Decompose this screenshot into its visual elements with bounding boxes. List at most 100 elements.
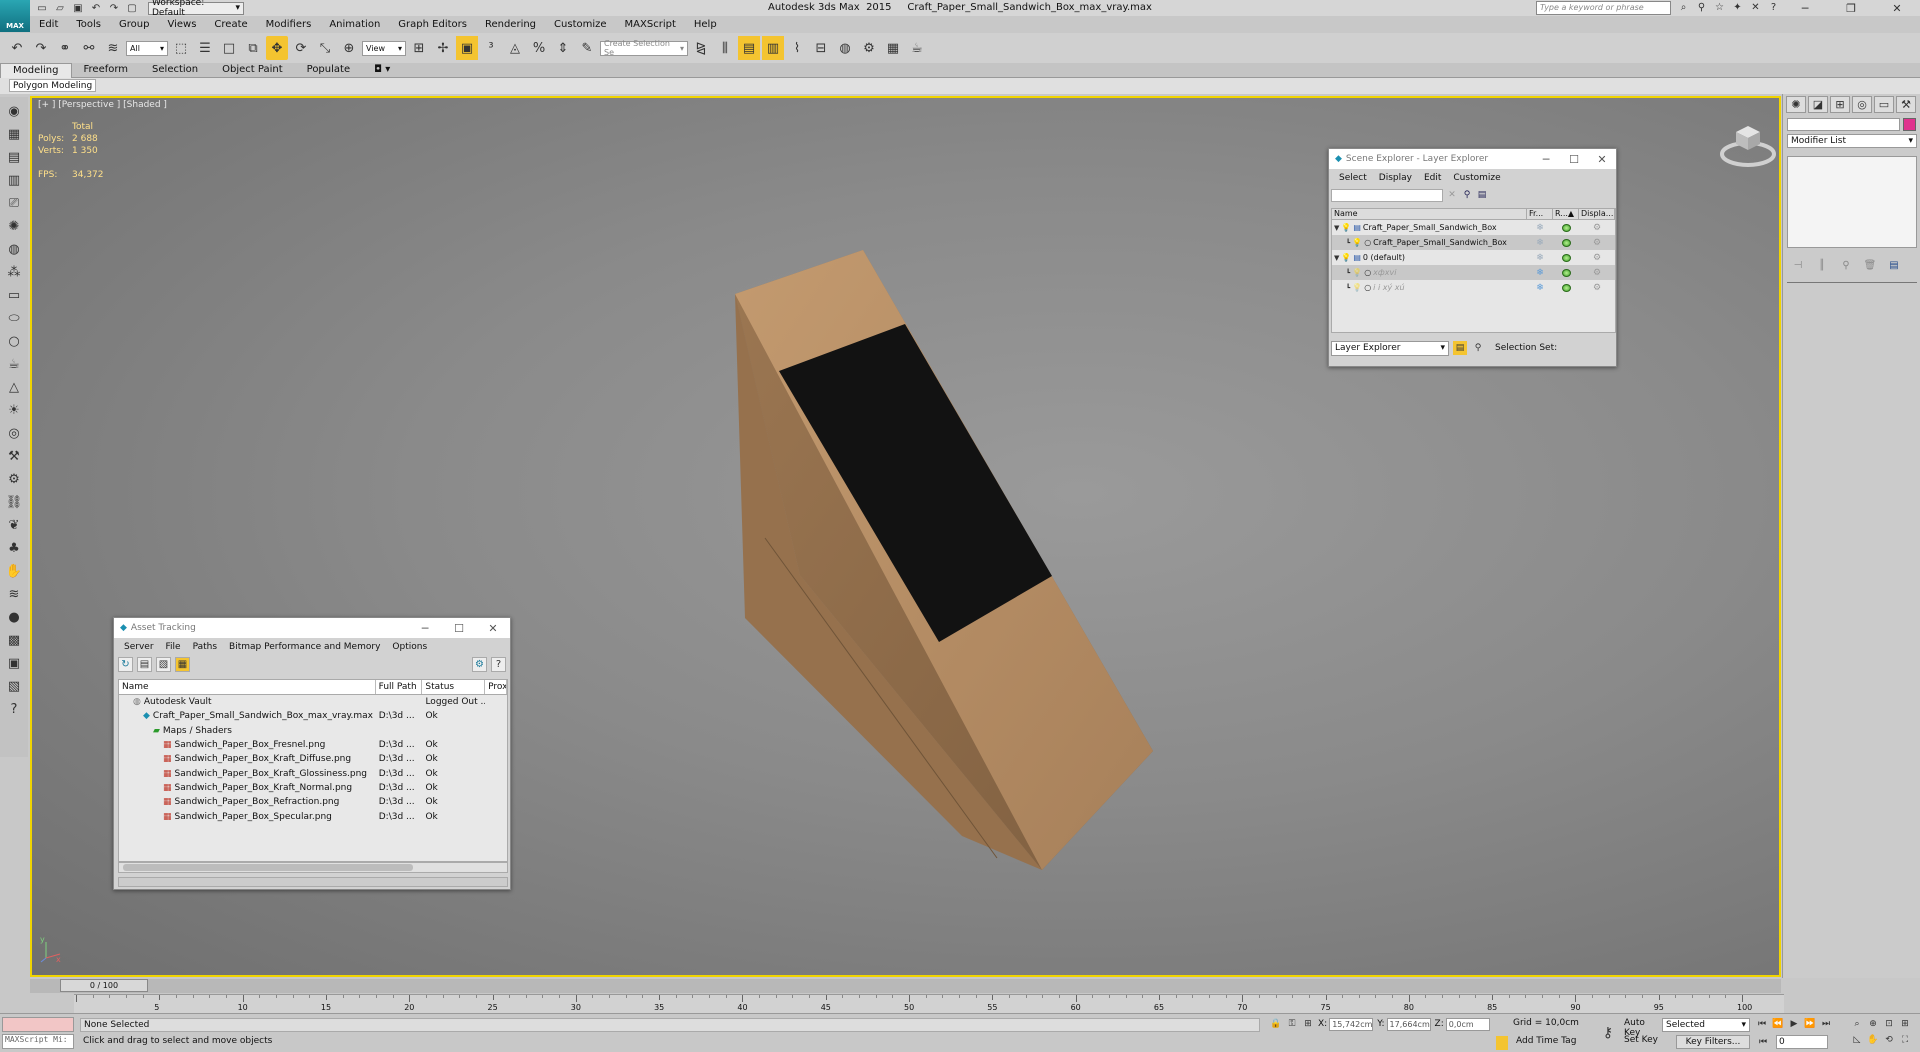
vault-icon[interactable]: ⚙ bbox=[472, 657, 487, 672]
column-proxy[interactable]: Prox bbox=[485, 680, 507, 694]
asset-row[interactable]: ▰ Maps / Shaders bbox=[119, 724, 507, 738]
ribbon-tab-populate[interactable]: Populate bbox=[295, 63, 362, 78]
modifier-icon[interactable]: ⚒ bbox=[3, 446, 25, 466]
scrollbar-thumb[interactable] bbox=[123, 864, 413, 871]
scene-tree-row[interactable]: ┗ 💡 ○ i i xý xú ❄ ⚙ bbox=[1332, 280, 1615, 295]
scene-explorer-search[interactable] bbox=[1331, 188, 1443, 202]
motion-tab-icon[interactable]: ◎ bbox=[1852, 96, 1872, 113]
help-icon[interactable]: ? bbox=[491, 657, 506, 672]
configure-sets-icon[interactable]: ▤ bbox=[1887, 258, 1901, 272]
container-icon[interactable]: ◉ bbox=[3, 101, 25, 121]
table-view-icon[interactable]: ▦ bbox=[175, 657, 190, 672]
show-end-result-icon[interactable]: ║ bbox=[1815, 258, 1829, 272]
mirror-icon[interactable]: ⧎ bbox=[690, 36, 712, 60]
display-toggle[interactable]: ⚙ bbox=[1579, 268, 1615, 278]
column-status[interactable]: Status bbox=[422, 680, 486, 694]
freeze-toggle[interactable]: ❄ bbox=[1527, 238, 1553, 248]
circle-icon[interactable]: ○ bbox=[3, 331, 25, 351]
ribbon-options-icon[interactable]: ◘ ▾ bbox=[362, 63, 402, 78]
restore-icon[interactable]: ❐ bbox=[1828, 0, 1874, 16]
shapes-icon[interactable]: ◍ bbox=[3, 239, 25, 259]
field-of-view-icon[interactable]: ◺ bbox=[1850, 1033, 1864, 1047]
menu-create[interactable]: Create bbox=[205, 17, 256, 33]
z-coordinate-field[interactable]: 0,0cm bbox=[1445, 1017, 1490, 1031]
hierarchy-tab-icon[interactable]: ⊞ bbox=[1830, 96, 1850, 113]
layer-settings-icon[interactable]: ▤ bbox=[1476, 189, 1488, 201]
scene-tree-row[interactable]: ▼ 💡 ▤ 0 (default) ❄ ⚙ bbox=[1332, 250, 1615, 265]
menu-tools[interactable]: Tools bbox=[67, 17, 110, 33]
maximize-icon[interactable]: ☐ bbox=[1560, 149, 1588, 169]
selection-filter-dropdown[interactable]: All ▾ bbox=[126, 40, 168, 56]
rendered-frame-icon[interactable]: ▦ bbox=[882, 36, 904, 60]
at-menu-server[interactable]: Server bbox=[118, 642, 160, 652]
menu-help[interactable]: Help bbox=[685, 17, 726, 33]
column-render[interactable]: R...▲ bbox=[1553, 209, 1579, 219]
pan-icon[interactable]: ✋ bbox=[1866, 1033, 1880, 1047]
scene-tree-row[interactable]: ┗ 💡 ○ xфxvi ❄ ⚙ bbox=[1332, 265, 1615, 280]
at-menu-options[interactable]: Options bbox=[386, 642, 433, 652]
keyboard-shortcut-override-icon[interactable]: ▣ bbox=[456, 36, 478, 60]
render-toggle[interactable] bbox=[1553, 253, 1579, 262]
tree-icon[interactable]: ♣ bbox=[3, 538, 25, 558]
schematic-view-icon[interactable]: ⊟ bbox=[810, 36, 832, 60]
pivot-center-icon[interactable]: ⊞ bbox=[408, 36, 430, 60]
binoculars-icon[interactable]: ⌕ bbox=[1676, 0, 1691, 15]
zoom-icon[interactable]: ⌕ bbox=[1850, 1017, 1864, 1031]
track-bar[interactable]: 5 10 15 20 25 30 35 40 45 50 55 60 65 70 75 80 85 90 95 100 bbox=[74, 994, 1784, 1013]
lock-icon[interactable]: 🔒 bbox=[1270, 1017, 1282, 1031]
freeze-toggle[interactable]: ❄ bbox=[1527, 283, 1553, 293]
edit-named-selection-icon[interactable]: ✎ bbox=[576, 36, 598, 60]
column-name[interactable]: Name bbox=[1332, 209, 1527, 219]
column-name[interactable]: Name bbox=[119, 680, 376, 694]
move-icon[interactable]: ✥ bbox=[266, 36, 288, 60]
utilities-tab-icon[interactable]: ⚒ bbox=[1896, 96, 1916, 113]
orbit-icon[interactable]: ⟲ bbox=[1882, 1033, 1896, 1047]
helper-icon[interactable]: ⚙ bbox=[3, 469, 25, 489]
auto-key-button[interactable]: Auto Key bbox=[1624, 1018, 1662, 1038]
close-icon[interactable]: ✕ bbox=[476, 618, 510, 638]
pin-stack-icon[interactable]: ⊣ bbox=[1791, 258, 1805, 272]
thumbnail-view-icon[interactable]: ▧ bbox=[156, 657, 171, 672]
selection-set-icon[interactable]: ⚲ bbox=[1471, 341, 1485, 355]
asset-row[interactable]: ▦ Sandwich_Paper_Box_Kraft_Diffuse.png D:\… bbox=[119, 752, 507, 766]
angle-snap-icon[interactable]: ◬ bbox=[504, 36, 526, 60]
ribbon-tab-modeling[interactable]: Modeling bbox=[0, 62, 72, 78]
viewport-icon[interactable]: ▣ bbox=[3, 653, 25, 673]
checker-icon[interactable]: ▩ bbox=[3, 630, 25, 650]
make-unique-icon[interactable]: ⚲ bbox=[1839, 258, 1853, 272]
freeze-toggle[interactable]: ❄ bbox=[1527, 223, 1553, 233]
play-icon[interactable]: ▶ bbox=[1787, 1017, 1801, 1031]
modifier-list-dropdown[interactable]: Modifier List ▾ bbox=[1787, 134, 1917, 148]
unlink-icon[interactable]: ⚯ bbox=[78, 36, 100, 60]
camera-icon[interactable]: ⎚ bbox=[3, 193, 25, 213]
scene-explorer-titlebar[interactable]: ◆ Scene Explorer - Layer Explorer ─ ☐ ✕ bbox=[1329, 149, 1616, 169]
menu-modifiers[interactable]: Modifiers bbox=[257, 17, 321, 33]
y-coordinate-field[interactable]: 17,664cm bbox=[1386, 1017, 1431, 1031]
rectangular-selection-icon[interactable]: □ bbox=[218, 36, 240, 60]
curve-editor-icon[interactable]: ⌇ bbox=[786, 36, 808, 60]
explorer-type-dropdown[interactable]: Layer Explorer ▾ bbox=[1331, 340, 1449, 356]
display-tab-icon[interactable]: ▭ bbox=[1874, 96, 1894, 113]
object-color-swatch[interactable] bbox=[1903, 118, 1916, 131]
key-filters-button[interactable]: Key Filters... bbox=[1676, 1035, 1750, 1049]
set-key-icon[interactable]: ⚷ bbox=[1596, 1022, 1620, 1044]
selection-lock-icon[interactable]: ⚿ bbox=[1286, 1017, 1298, 1031]
grid-icon[interactable]: ▦ bbox=[3, 124, 25, 144]
light-bulb-icon[interactable]: 💡 bbox=[1341, 253, 1351, 262]
menu-group[interactable]: Group bbox=[110, 17, 158, 33]
se-menu-select[interactable]: Select bbox=[1333, 173, 1373, 183]
time-tag-icon[interactable] bbox=[1496, 1036, 1508, 1050]
time-slider-thumb[interactable]: 0 / 100 bbox=[60, 979, 148, 992]
light-bulb-icon[interactable]: 💡 bbox=[1352, 268, 1362, 277]
layer-explorer-icon[interactable]: ▤ bbox=[738, 36, 760, 60]
maximize-viewport-icon[interactable]: ⛶ bbox=[1898, 1033, 1912, 1047]
menu-animation[interactable]: Animation bbox=[320, 17, 389, 33]
search-input[interactable]: Type a keyword or phrase bbox=[1536, 1, 1671, 15]
maximize-icon[interactable]: ☐ bbox=[442, 618, 476, 638]
set-key-button[interactable]: Set Key bbox=[1624, 1035, 1662, 1049]
zoom-extents-all-icon[interactable]: ⊞ bbox=[1898, 1017, 1912, 1031]
asset-row[interactable]: ▦ Sandwich_Paper_Box_Specular.png D:\3d ..… bbox=[119, 809, 507, 823]
script-icon[interactable]: ▧ bbox=[3, 676, 25, 696]
freeze-toggle[interactable]: ❄ bbox=[1527, 253, 1553, 263]
star-icon[interactable]: ✦ bbox=[1730, 0, 1745, 15]
